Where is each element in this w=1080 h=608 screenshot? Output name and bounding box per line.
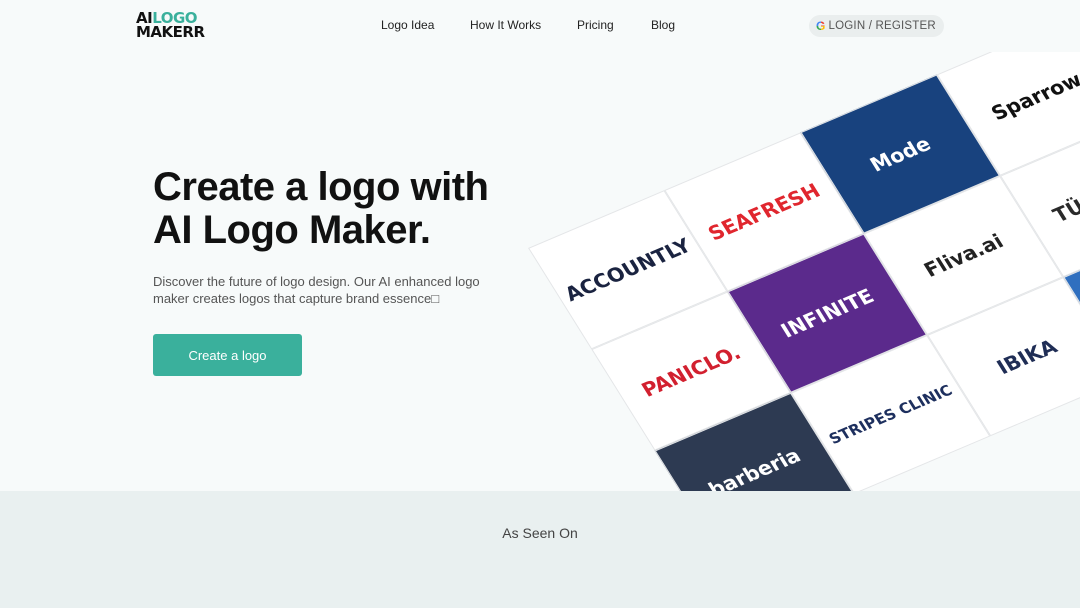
logo-tile-text: Fliva.ai: [919, 229, 1008, 282]
hero-description: Discover the future of logo design. Our …: [153, 274, 480, 306]
logo-tile-text: ACCOUNTLY: [560, 233, 696, 306]
logo-tile-text: barberia: [703, 443, 805, 491]
as-seen-on-section: As Seen On: [0, 491, 1080, 608]
logo-tile-text: STRIPES CLINIC: [825, 381, 956, 448]
nav-pricing[interactable]: Pricing: [577, 18, 614, 32]
logo-tile-text: IBIKA: [992, 334, 1062, 379]
hero-title: Create a logo with AI Logo Maker.: [153, 166, 553, 252]
logo-showcase: ACCOUNTLY PANICLO. barberia SEAFRESH INFINIT…: [500, 52, 1080, 491]
as-seen-on-label: As Seen On: [502, 525, 578, 541]
site-header: AILOGO MAKERR Logo Idea How It Works Pri…: [0, 0, 1080, 52]
logo-tile-text: INFINITE: [776, 284, 879, 343]
nav-blog[interactable]: Blog: [651, 18, 675, 32]
logo-tile-text: Mode: [865, 131, 935, 177]
nav-how-it-works[interactable]: How It Works: [470, 18, 541, 32]
hero-title-line1: Create a logo with: [153, 165, 489, 209]
logo-tile-text: Sparrow: [986, 67, 1080, 125]
hero-title-line2: AI Logo Maker.: [153, 208, 431, 252]
login-register-button[interactable]: G LOGIN / REGISTER: [809, 15, 944, 37]
logo-tile-text: PANICLO.: [637, 340, 746, 402]
brand-logo[interactable]: AILOGO MAKERR: [136, 11, 206, 41]
logo-tile-text: SEAFRESH: [703, 178, 825, 246]
logo-tile-text: TÜMAAN: [1048, 168, 1080, 227]
logo-text-makerr: MAKERR: [136, 23, 205, 41]
login-register-label: LOGIN / REGISTER: [828, 20, 936, 32]
nav-logo-idea[interactable]: Logo Idea: [381, 18, 434, 32]
google-icon: G: [816, 19, 826, 33]
create-logo-button[interactable]: Create a logo: [153, 334, 302, 376]
